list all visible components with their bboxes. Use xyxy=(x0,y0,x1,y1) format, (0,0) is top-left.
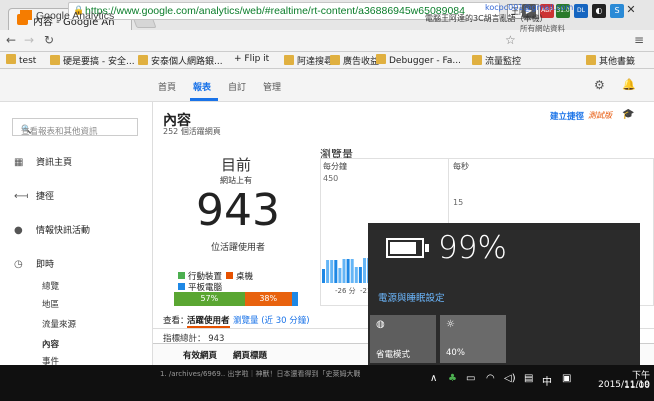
clock-icon: ◷ xyxy=(14,259,23,270)
pageview-bar xyxy=(358,267,362,283)
battery-level-fill xyxy=(390,242,416,254)
device-bar-segment: 38% xyxy=(244,292,292,306)
legend-swatch xyxy=(178,283,185,290)
pageview-bar xyxy=(330,260,334,283)
tab-pageviews[interactable]: 瀏覽量 (近 30 分鐘) xyxy=(233,314,310,326)
axis-sec-label: 15 xyxy=(453,198,464,207)
app-tray-icon[interactable]: ♣ xyxy=(448,373,457,384)
device-bar-segment xyxy=(291,292,298,306)
table-row[interactable]: 1. /archives/6969.. 出字啦｜神獸！日本還看得到「史萊姆大戰」… xyxy=(160,369,360,379)
reload-icon[interactable]: ↻ xyxy=(44,33,54,47)
chevron-up-icon[interactable]: ∧ xyxy=(430,373,437,384)
topnav-reporting[interactable]: 報表 xyxy=(193,80,211,93)
bookmark-item[interactable]: 安泰個人網路銀... xyxy=(138,54,223,67)
ga-logo[interactable]: Google Analytics xyxy=(20,10,114,22)
pageview-bar xyxy=(346,259,350,283)
bookmark-item[interactable]: 廣告收益 xyxy=(330,54,379,67)
bookmark-item[interactable]: 流量監控 xyxy=(472,54,521,67)
legend-swatch xyxy=(226,272,233,279)
axis-max-label: 450 xyxy=(323,174,339,183)
device-bar-segment: 57% xyxy=(174,292,245,306)
col-page-title[interactable]: 網頁標題 xyxy=(233,349,267,361)
pageview-bar xyxy=(354,267,358,283)
tab-active-users[interactable]: 活躍使用者 xyxy=(187,314,230,328)
pocket-icon[interactable]: ◐ xyxy=(592,4,606,18)
volume-icon[interactable]: ◁) xyxy=(504,373,516,384)
legend-desktop: 桌機 xyxy=(226,270,253,282)
realtime-overview[interactable]: 總覽 xyxy=(42,280,59,292)
sun-icon: ☼ xyxy=(446,319,455,330)
battery-saver-tile[interactable]: ◍ 省電模式 xyxy=(370,315,436,363)
notification-icon[interactable]: ▤ xyxy=(524,373,533,384)
device-share-bar: 57% 38% xyxy=(174,292,298,306)
pageview-bar xyxy=(342,259,346,283)
downloader-icon[interactable]: DL xyxy=(574,4,588,18)
sidebar-item-realtime[interactable]: ◷ 即時 xyxy=(14,257,54,270)
account-view[interactable]: 所有網站資料 xyxy=(520,23,565,34)
pageview-bar xyxy=(338,268,342,283)
shortcut-icon: ⟻ xyxy=(14,191,29,202)
account-email[interactable]: kocpc001@gmail.com xyxy=(485,3,573,12)
per-second-label: 每秒 xyxy=(453,162,469,171)
sidebar-item-shortcuts[interactable]: ⟻ 捷徑 xyxy=(14,189,54,202)
leaf-icon: ◍ xyxy=(376,319,385,330)
back-icon[interactable]: ← xyxy=(6,33,16,47)
bookmark-item[interactable]: 其他書籤 xyxy=(586,54,635,67)
pageview-bar xyxy=(350,259,354,283)
battery-tray-icon[interactable]: ▭ xyxy=(466,373,475,384)
taskbar-date[interactable]: 2015/11/19 xyxy=(588,380,650,390)
col-active-page[interactable]: 有效網頁 xyxy=(183,349,217,361)
bookmarks-bar: test 硬是要搞 - 安全... 安泰個人網路銀... + Flip it 阿… xyxy=(0,52,654,69)
active-tab-indicator xyxy=(190,98,218,101)
ime-indicator[interactable]: 中 xyxy=(542,373,552,388)
x-tick: -26 分 xyxy=(335,286,356,295)
sidebar-search-input[interactable]: 🔍 查看報表和其他資訊 xyxy=(12,118,138,137)
wifi-icon[interactable]: ◠ xyxy=(486,373,495,384)
legend-swatch xyxy=(178,272,185,279)
battery-percent: 99% xyxy=(438,230,507,266)
bookmark-item[interactable]: + Flip it xyxy=(234,54,269,64)
create-shortcut-link[interactable]: 建立捷徑 xyxy=(550,110,584,122)
power-sleep-settings-link[interactable]: 電源與睡眠設定 xyxy=(378,290,445,304)
sidebar-item-dashboard[interactable]: ▦ 資訊主頁 xyxy=(14,155,72,168)
bookmark-item[interactable]: Debugger - Fa... xyxy=(376,54,461,66)
page-subtitle: 252 個活躍網頁 xyxy=(163,127,221,136)
bell-icon[interactable]: 🔔 xyxy=(622,78,636,91)
bookmark-item[interactable]: test xyxy=(6,54,36,66)
pageview-bar xyxy=(334,260,338,283)
forward-icon[interactable]: → xyxy=(24,33,34,47)
active-users-label: 位活躍使用者 xyxy=(211,243,266,253)
pageview-bar xyxy=(326,260,330,283)
bookmark-item[interactable]: 阿達搜尋 xyxy=(284,54,333,67)
graduation-cap-icon[interactable]: 🎓 xyxy=(622,109,634,120)
active-users-count: 943 xyxy=(196,185,280,236)
beta-badge: 測試版 xyxy=(588,111,612,120)
sidebar-item-intelligence[interactable]: ● 情報快訊活動 xyxy=(14,223,90,236)
brightness-tile[interactable]: ☼ 40% xyxy=(440,315,506,363)
topnav-customize[interactable]: 自訂 xyxy=(228,80,246,93)
battery-tip xyxy=(425,244,429,252)
ga-header xyxy=(0,69,654,102)
per-minute-label: 每分鐘 xyxy=(323,162,347,171)
grid-icon: ▦ xyxy=(14,157,24,168)
pageview-bar xyxy=(322,269,325,283)
topnav-admin[interactable]: 管理 xyxy=(263,80,281,93)
settings-gear-icon[interactable]: ⚙ xyxy=(594,78,605,92)
bulb-icon: ● xyxy=(14,225,23,236)
topnav-home[interactable]: 首頁 xyxy=(158,80,176,93)
pageview-bar xyxy=(363,258,366,283)
now-label: 目前 xyxy=(221,156,252,174)
screenshot-icon[interactable]: S xyxy=(610,4,624,18)
realtime-traffic-sources[interactable]: 流量來源 xyxy=(42,318,76,330)
left-sidebar: 🔍 查看報表和其他資訊 ▦ 資訊主頁 ⟻ 捷徑 ● 情報快訊活動 ◷ 即時 總覽 地區 … xyxy=(0,102,153,386)
menu-icon[interactable]: ≡ xyxy=(634,33,644,47)
realtime-content[interactable]: 內容 xyxy=(42,338,59,350)
star-icon[interactable]: ☆ xyxy=(505,33,516,47)
bookmark-item[interactable]: 硬是要搞 - 安全... xyxy=(50,54,135,67)
realtime-locations[interactable]: 地區 xyxy=(42,298,59,310)
action-center-icon[interactable]: ▣ xyxy=(562,373,571,384)
viewing-label: 查看： xyxy=(163,316,189,326)
